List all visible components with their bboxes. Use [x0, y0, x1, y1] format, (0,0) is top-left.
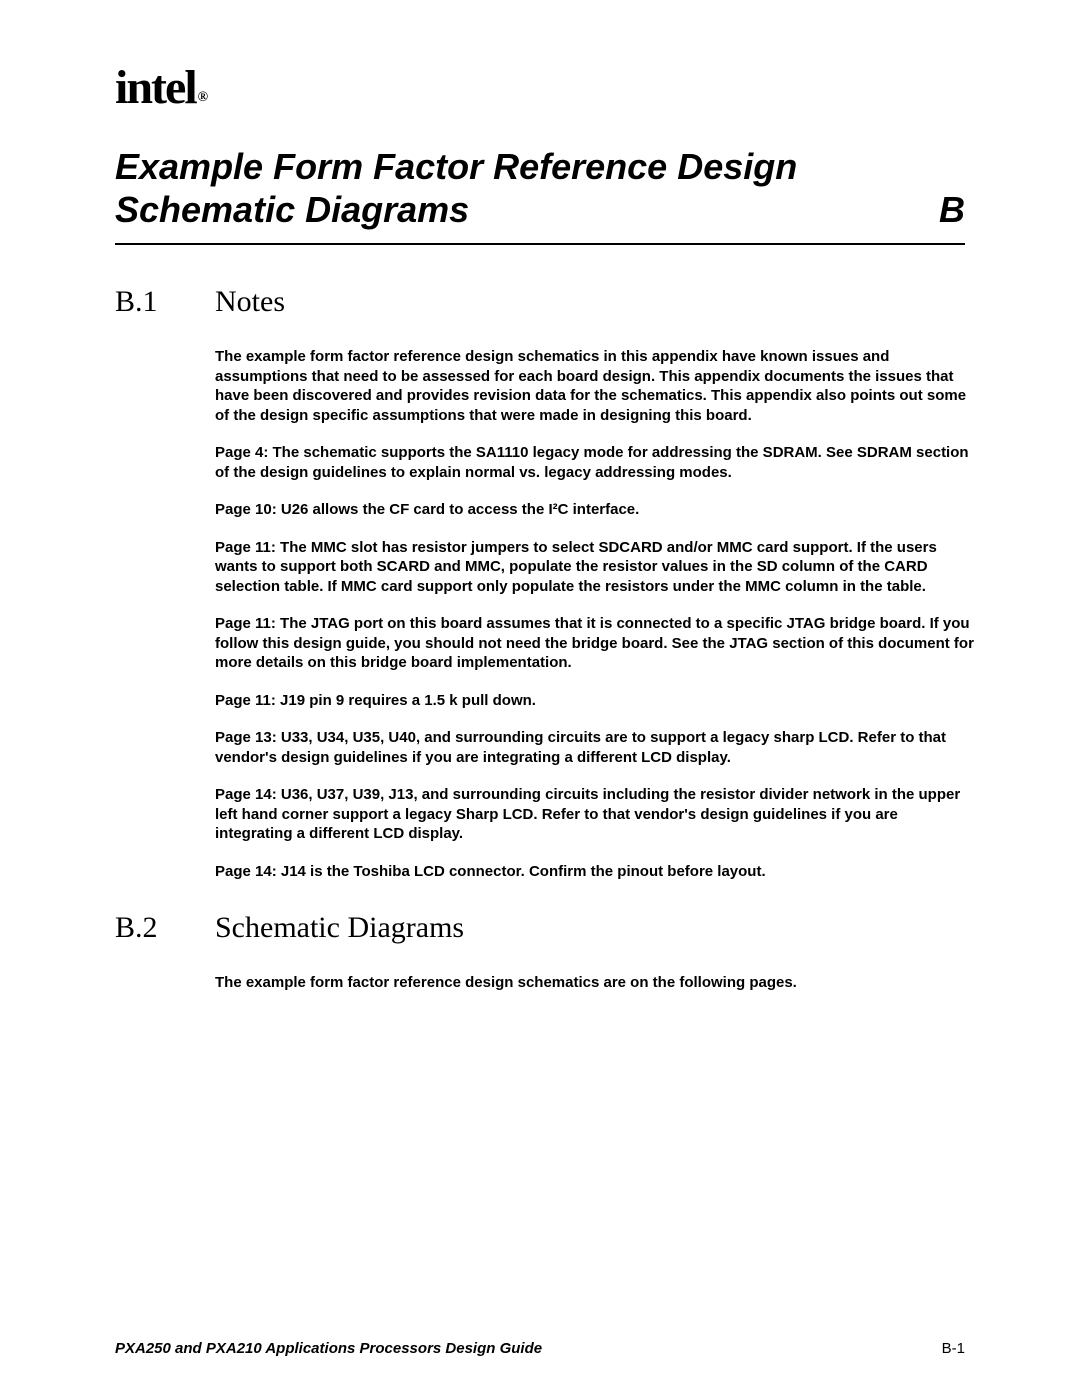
section-label: Notes: [215, 285, 285, 318]
section-body-b2: The example form factor reference design…: [215, 973, 975, 993]
intel-logo: intel®: [115, 60, 965, 115]
section-heading-b2: B.2Schematic Diagrams: [115, 911, 965, 945]
paragraph: Page 11: J19 pin 9 requires a 1.5 k pull…: [215, 691, 975, 711]
page: intel® Example Form Factor Reference Des…: [0, 0, 1080, 1397]
section-label: Schematic Diagrams: [215, 911, 464, 944]
logo-text: intel: [115, 61, 196, 114]
paragraph: The example form factor reference design…: [215, 347, 975, 425]
paragraph: Page 14: U36, U37, U39, J13, and surroun…: [215, 785, 975, 844]
paragraph: Page 4: The schematic supports the SA111…: [215, 443, 975, 482]
paragraph: Page 11: The MMC slot has resistor jumpe…: [215, 538, 975, 597]
paragraph: Page 10: U26 allows the CF card to acces…: [215, 500, 975, 520]
paragraph: Page 13: U33, U34, U35, U40, and surroun…: [215, 728, 975, 767]
section-heading-b1: B.1Notes: [115, 285, 965, 319]
footer-title: PXA250 and PXA210 Applications Processor…: [115, 1340, 542, 1357]
logo-reg: ®: [198, 90, 206, 105]
section-body-b1: The example form factor reference design…: [215, 347, 975, 881]
title-block: Example Form Factor Reference Design Sch…: [115, 145, 965, 245]
appendix-title: Example Form Factor Reference Design Sch…: [115, 145, 939, 231]
paragraph: The example form factor reference design…: [215, 973, 975, 993]
appendix-letter: B: [939, 189, 965, 231]
title-row: Example Form Factor Reference Design Sch…: [115, 145, 965, 231]
section-num: B.2: [115, 911, 215, 945]
paragraph: Page 14: J14 is the Toshiba LCD connecto…: [215, 862, 975, 882]
section-num: B.1: [115, 285, 215, 319]
footer-page-number: B-1: [942, 1340, 965, 1357]
page-footer: PXA250 and PXA210 Applications Processor…: [115, 1340, 965, 1357]
paragraph: Page 11: The JTAG port on this board ass…: [215, 614, 975, 673]
